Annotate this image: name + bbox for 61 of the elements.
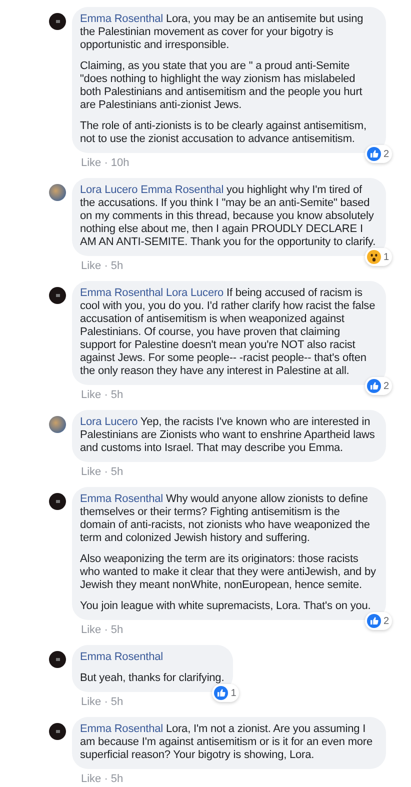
like-link[interactable]: Like	[81, 772, 102, 784]
reaction-count: 1	[384, 250, 389, 264]
avatar[interactable]	[49, 651, 66, 668]
reaction-badge[interactable]: 2	[364, 612, 392, 630]
thumbs-up-icon	[366, 614, 381, 628]
avatar[interactable]	[49, 13, 66, 30]
mention-link[interactable]: Emma Rosenthal	[140, 184, 224, 196]
author-name[interactable]: Emma Rosenthal	[80, 651, 163, 664]
comment-text: Lora Lucero Yep, the racists I've known who are interested in Palestinians are Zionists who want to enshrine Apartheid laws and customs into Israel. That may describe you Emma.	[80, 416, 376, 455]
avatar[interactable]	[49, 287, 66, 304]
comment-text: Emma Rosenthal Lora, I'm not a zionist. Are you assuming I am because I'm against antisemitism or is it for an even more superficial reason? Your bigotry is showing, Lora.	[80, 723, 374, 762]
like-link[interactable]: Like	[81, 696, 102, 708]
timestamp[interactable]: 5h	[110, 696, 124, 708]
like-link[interactable]: Like	[81, 624, 102, 636]
reaction-badge[interactable]: 2	[364, 145, 392, 163]
avatar[interactable]	[49, 493, 66, 510]
thumbs-up-icon	[366, 379, 381, 393]
reaction-badge[interactable]: 1	[364, 248, 392, 266]
timestamp[interactable]: 5h	[110, 388, 124, 400]
separator-dot: ·	[104, 388, 108, 400]
reaction-count: 2	[384, 380, 389, 392]
comment-text: Emma Rosenthal Why would anyone allow zionists to define themselves or their terms? Fighting antisemitism is the domain of anti-racists, not zionists who have weaponized the term and colonized Jewish history and suffering.	[80, 493, 371, 545]
comment-text: Also weaponizing the term are its originators: those racists who wanted to make it clear that they were antiJewish, and by Jewish they meant nonWhite, nonEuropean, hence semite.	[80, 553, 377, 592]
reaction-count: 2	[384, 148, 389, 160]
like-link[interactable]: Like	[81, 156, 102, 168]
like-link[interactable]: Like	[81, 388, 102, 400]
separator-dot: ·	[104, 696, 108, 708]
separator-dot: ·	[104, 156, 108, 168]
comment-text: Lora Lucero Emma Rosenthal you highlight why I'm tired of the accusations. If you think I "may be an anti-Semite" based on my comments in this thread, because you know absolutely nothing else about me, then I again PROUDLY DECLARE I AM AN ANTI-SEMITE. Thank you for the opportunity to clarify.	[80, 184, 377, 249]
author-name[interactable]: Lora Lucero	[80, 416, 138, 428]
timestamp[interactable]: 5h	[110, 466, 124, 478]
author-name[interactable]: Emma Rosenthal	[80, 493, 163, 505]
author-name[interactable]: Emma Rosenthal	[80, 287, 163, 299]
reaction-badge[interactable]: 2	[364, 377, 392, 395]
thumbs-up-icon	[366, 147, 381, 161]
comment-text: But yeah, thanks for clarifying.	[80, 672, 224, 685]
surprised-face-icon	[366, 250, 381, 264]
comment-text: You join league with white supremacists, Lora. That's on you.	[80, 600, 372, 613]
author-name[interactable]: Lora Lucero	[80, 184, 138, 196]
mention-link[interactable]: Lora Lucero	[166, 287, 224, 299]
like-link[interactable]: Like	[81, 466, 102, 478]
comment-text: Emma Rosenthal Lora Lucero If being accused of racism is cool with you, you do you. I'd rather clarify how racist the false accusation of antisemitism is when weaponized against Palestinians. Of course, you have proven that claiming support for Palestine doesn't mean you're NOT also racist against Jews. For some people-- -racist people-- that's often the only reason they have any interest in Palestine at all.	[80, 287, 376, 378]
like-link[interactable]: Like	[81, 260, 102, 272]
separator-dot: ·	[104, 624, 108, 636]
reaction-count: 2	[384, 614, 389, 628]
author-name[interactable]: Emma Rosenthal	[80, 13, 163, 25]
timestamp[interactable]: 5h	[110, 624, 124, 636]
timestamp[interactable]: 5h	[110, 260, 124, 272]
comment-text: The role of anti-zionists is to be clearly against antisemitism, not to use the zionist accusation to advance antisemitism.	[80, 120, 368, 146]
separator-dot: ·	[104, 772, 108, 784]
comment-text: Emma Rosenthal Lora, you may be an antisemite but using the Palestinian movement as cover for your bigotry is opportunistic and irresponsible.	[80, 13, 364, 52]
comment-text: Claiming, as you state that you are " a proud anti-Semite "does nothing to highlight the way zionism has mislabeled both Palestinians and antisemitism and the people you hurt are Palestinians anti-zionist Jews.	[80, 60, 364, 112]
separator-dot: ·	[104, 466, 108, 478]
avatar[interactable]	[49, 723, 66, 740]
separator-dot: ·	[104, 260, 108, 272]
reaction-count: 1	[230, 686, 236, 700]
reaction-badge[interactable]: 1	[212, 684, 240, 702]
author-name[interactable]: Emma Rosenthal	[80, 723, 163, 735]
timestamp[interactable]: 5h	[110, 772, 124, 784]
thumbs-up-icon	[214, 686, 228, 700]
timestamp[interactable]: 10h	[110, 156, 130, 168]
